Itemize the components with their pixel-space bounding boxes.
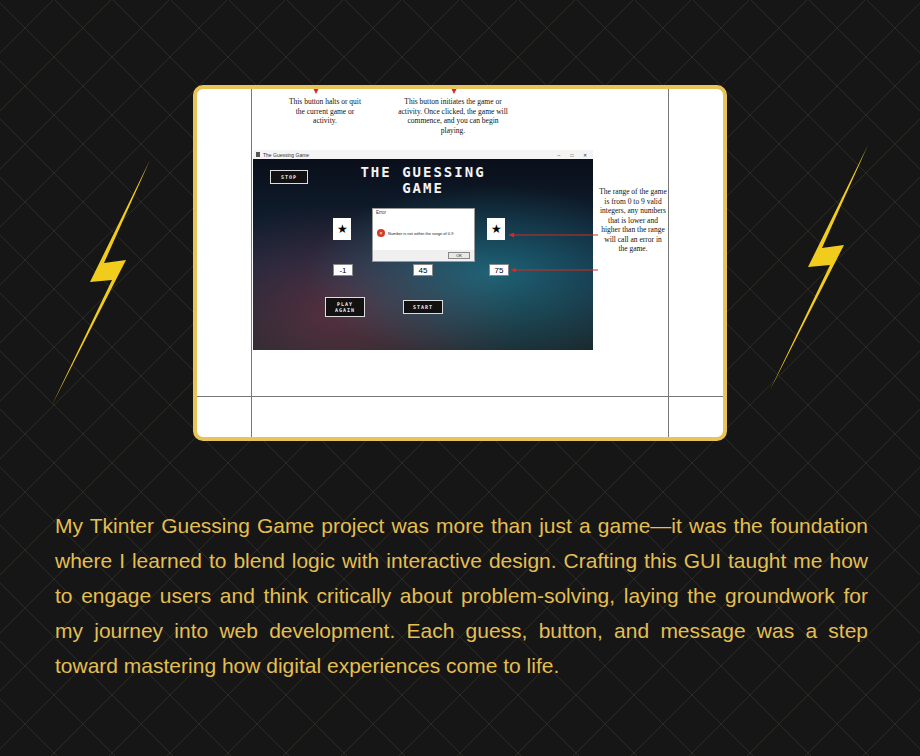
annotation: This button initiates the game or activi… [395,97,511,135]
dialog-message: Number is not within the range of 0-9 [388,231,454,236]
window-control[interactable]: ✕ [580,152,590,158]
guess-entry[interactable]: 45 [413,264,433,276]
project-showcase: This button halts or quit the current ga… [0,0,920,441]
game-button[interactable]: PLAY AGAIN [325,297,365,317]
table-line [197,396,723,397]
dialog-title: Error [373,209,474,216]
table-line [251,89,252,437]
window-control[interactable]: – [554,152,564,158]
lightning-icon [770,145,870,390]
guess-entry[interactable]: 75 [489,264,509,276]
project-description: My Tkinter Guessing Game project was mor… [55,508,868,683]
game-window: The Guessing Game –□✕ THE GUESSING GAME STO… [253,150,593,350]
feather-icon [256,152,260,157]
window-control[interactable]: □ [567,152,577,158]
error-icon: × [377,229,385,237]
annotation-arrows [197,89,723,437]
dialog-body: ×Number is not within the range of 0-9 [373,216,474,250]
star-box: ★ [333,218,351,240]
title-bar: The Guessing Game –□✕ [253,150,593,159]
table-line [668,89,669,437]
annotation: This button halts or quit the current ga… [285,97,365,126]
game-button[interactable]: STOP [270,170,308,184]
guess-entry[interactable]: -1 [333,264,353,276]
project-screenshot: This button halts or quit the current ga… [193,85,727,441]
lightning-icon [52,160,152,405]
error-dialog: Error×Number is not within the range of … [372,208,475,262]
annotation: The range of the game is from 0 to 9 val… [599,187,667,254]
ok-button[interactable]: OK [448,252,470,259]
window-title: The Guessing Game [263,152,309,158]
game-title: THE GUESSING GAME [353,164,493,196]
star-box: ★ [487,218,505,240]
game-button[interactable]: START [403,300,443,314]
dialog-footer: OK [373,250,474,261]
